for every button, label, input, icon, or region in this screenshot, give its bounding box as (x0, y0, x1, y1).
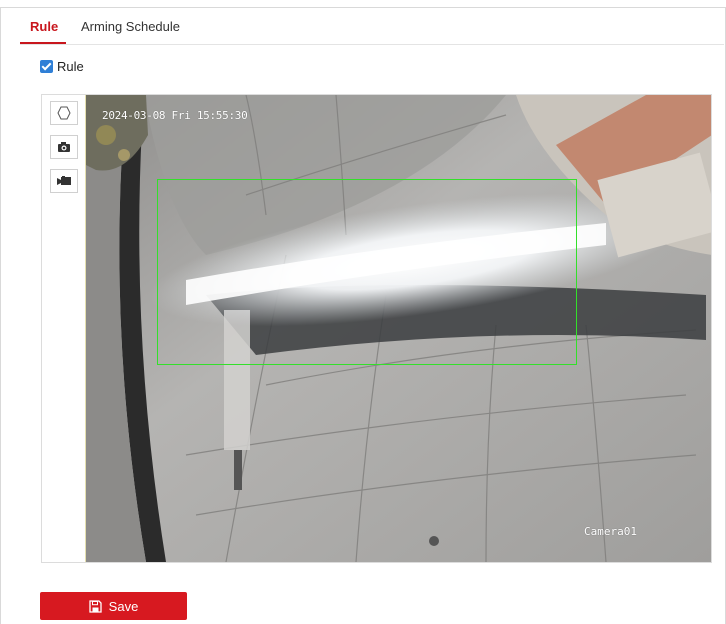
drawing-toolbar (42, 95, 85, 562)
active-tab-indicator (20, 42, 66, 44)
osd-camera-name: Camera01 (584, 525, 637, 538)
detection-region-box[interactable] (157, 179, 577, 365)
rule-config-page: Rule Arming Schedule Rule 2024-03-08 Fri… (0, 0, 726, 624)
osd-timestamp: 2024-03-08 Fri 15:55:30 (102, 109, 248, 122)
snapshot-button[interactable] (50, 135, 78, 159)
polygon-icon (57, 106, 71, 120)
save-button[interactable]: Save (40, 592, 187, 620)
camera-live-video[interactable]: 2024-03-08 Fri 15:55:30 Camera01 (85, 95, 711, 562)
tab-bar: Rule Arming Schedule (20, 8, 724, 45)
video-camera-icon (57, 176, 71, 185)
panel-border-left (0, 7, 1, 624)
record-button[interactable] (50, 169, 78, 193)
save-button-label: Save (108, 598, 139, 614)
rule-enable-checkbox[interactable] (40, 59, 53, 73)
draw-area-button[interactable] (50, 101, 78, 125)
tab-arming-schedule[interactable]: Arming Schedule (81, 8, 180, 44)
camera-icon (58, 142, 70, 152)
live-view-panel: 2024-03-08 Fri 15:55:30 Camera01 (41, 94, 712, 563)
floppy-disk-icon (89, 599, 102, 613)
tab-rule[interactable]: Rule (30, 8, 58, 44)
rule-enable-row: Rule (40, 58, 84, 74)
rule-enable-label: Rule (57, 58, 84, 74)
